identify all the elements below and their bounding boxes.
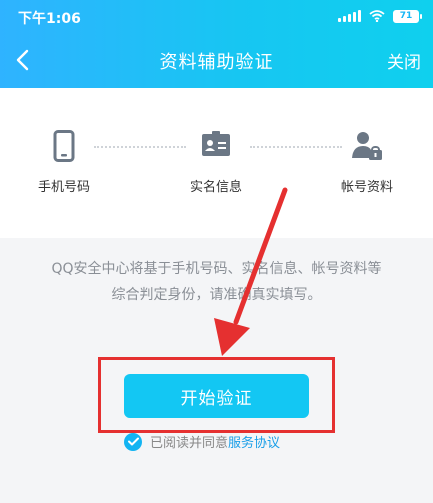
agreement-row: 已阅读并同意 服务协议 bbox=[124, 432, 280, 451]
service-agreement-link[interactable]: 服务协议 bbox=[228, 432, 280, 451]
step-label: 实名信息 bbox=[189, 180, 242, 195]
battery-level: 71 bbox=[394, 10, 418, 22]
step-connector bbox=[94, 146, 186, 148]
verification-steps: 手机号码 实名信息 帐号资料 bbox=[0, 88, 433, 238]
phone-icon bbox=[53, 130, 75, 162]
step-phone: 手机号码 bbox=[24, 130, 104, 195]
signal-icon bbox=[338, 10, 361, 22]
status-time: 下午1:06 bbox=[18, 11, 81, 27]
description-line: QQ安全中心将基于手机号码、实名信息、帐号资料等 bbox=[51, 261, 382, 277]
close-button[interactable]: 关闭 bbox=[387, 48, 421, 73]
status-icons: 71 bbox=[338, 9, 422, 23]
start-verification-button[interactable]: 开始验证 bbox=[124, 374, 309, 418]
id-card-icon bbox=[202, 131, 230, 156]
top-bar: 下午1:06 71 资料辅助验证 关闭 bbox=[0, 0, 433, 88]
account-profile-icon bbox=[352, 132, 382, 160]
step-account: 帐号资料 bbox=[327, 130, 407, 195]
page-title: 资料辅助验证 bbox=[159, 52, 274, 73]
agree-checkbox[interactable] bbox=[124, 432, 142, 451]
description: QQ安全中心将基于手机号码、实名信息、帐号资料等 综合判定身份，请准确真实填写。 bbox=[24, 256, 409, 308]
step-id: 实名信息 bbox=[176, 130, 256, 195]
wifi-icon bbox=[369, 10, 385, 22]
agreement-text: 已阅读并同意 bbox=[150, 436, 229, 451]
check-icon bbox=[127, 437, 139, 446]
battery-icon: 71 bbox=[393, 9, 422, 23]
description-line: 综合判定身份，请准确真实填写。 bbox=[111, 287, 322, 303]
step-label: 帐号资料 bbox=[340, 180, 393, 195]
step-label: 手机号码 bbox=[37, 180, 90, 195]
